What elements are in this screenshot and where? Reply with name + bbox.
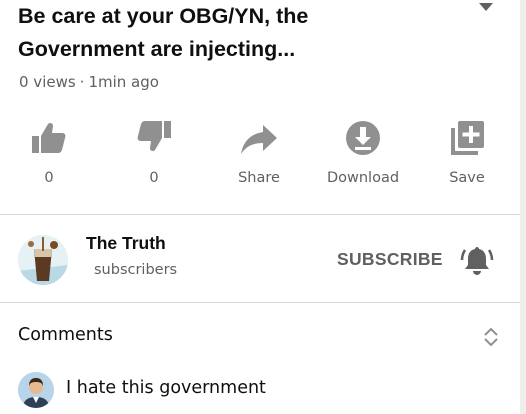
divider-bottom xyxy=(0,302,520,303)
expand-description-icon[interactable] xyxy=(478,2,494,12)
dislike-count: 0 xyxy=(149,170,159,186)
notification-bell-icon[interactable] xyxy=(460,244,494,276)
download-icon xyxy=(346,121,380,155)
download-button[interactable]: Download xyxy=(315,116,411,196)
upload-age: 1min ago xyxy=(88,73,159,91)
thumbs-down-icon xyxy=(137,121,171,152)
iced-coffee-avatar xyxy=(18,235,68,285)
like-button[interactable]: 0 xyxy=(1,116,97,196)
download-label: Download xyxy=(326,170,400,186)
share-label: Share xyxy=(238,170,280,186)
channel-avatar[interactable] xyxy=(18,235,68,285)
channel-row: The Truth subscribers SUBSCRIBE xyxy=(0,216,520,302)
action-bar: 0 0 Share Download Save xyxy=(0,116,520,198)
subscribe-button[interactable]: SUBSCRIBE xyxy=(337,249,443,270)
video-title: Be care at your OBG/YN, the Government a… xyxy=(18,4,309,61)
thumbs-up-icon xyxy=(32,122,66,153)
video-meta: 0 views · 1min ago xyxy=(19,73,159,91)
save-label: Save xyxy=(449,170,485,186)
subscriber-count: subscribers xyxy=(94,262,178,278)
dislike-button[interactable]: 0 xyxy=(106,116,202,196)
video-title-block: Be care at your OBG/YN, the Government a… xyxy=(18,0,474,66)
channel-name[interactable]: The Truth xyxy=(86,233,166,254)
divider-top xyxy=(0,214,520,215)
expand-collapse-icon[interactable] xyxy=(482,325,500,349)
like-count: 0 xyxy=(44,170,54,186)
comment-avatar[interactable] xyxy=(18,372,54,408)
scrollbar[interactable] xyxy=(520,0,526,414)
view-count: 0 views xyxy=(19,73,76,91)
save-button[interactable]: Save xyxy=(419,116,515,196)
comments-header[interactable]: Comments xyxy=(18,325,113,345)
playlist-add-icon xyxy=(451,121,484,155)
comment-text: I hate this government xyxy=(66,378,266,398)
share-button[interactable]: Share xyxy=(211,116,307,196)
share-arrow-icon xyxy=(241,125,277,154)
user-avatar-icon xyxy=(18,372,54,408)
meta-separator: · xyxy=(79,73,85,91)
